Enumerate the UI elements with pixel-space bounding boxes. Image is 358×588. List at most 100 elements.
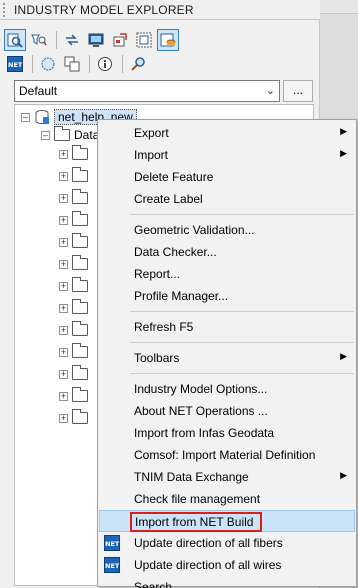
folder-icon xyxy=(72,365,88,380)
model-select-value: Default xyxy=(19,84,58,98)
menu-item-data-checker[interactable]: Data Checker... xyxy=(99,241,355,263)
menu-item-refresh-f5[interactable]: Refresh F5 xyxy=(99,316,355,338)
menu-item-delete-feature[interactable]: Delete Feature xyxy=(99,166,355,188)
tree-folder-node[interactable]: + xyxy=(59,211,88,229)
menu-item-label: Create Label xyxy=(134,192,203,206)
toolbar-separator xyxy=(32,55,33,73)
menu-item-tnim-data-exchange[interactable]: TNIM Data Exchange ▶ xyxy=(99,466,355,488)
tree-folder-node[interactable]: + xyxy=(59,145,88,163)
tree-folder-node[interactable]: + xyxy=(59,409,88,427)
redraw-icon[interactable] xyxy=(61,29,83,51)
tree-folder-node[interactable]: + xyxy=(59,233,88,251)
menu-item-profile-manager[interactable]: Profile Manager... xyxy=(99,285,355,307)
menu-item-label: Check file management xyxy=(134,492,261,506)
tree-folder-node[interactable]: + xyxy=(59,343,88,361)
tree-folder-node[interactable]: + xyxy=(59,365,88,383)
menu-item-geometric-validation[interactable]: Geometric Validation... xyxy=(99,219,355,241)
export-icon[interactable] xyxy=(109,29,131,51)
right-pane-header xyxy=(320,0,358,14)
tree-folder-node[interactable]: + xyxy=(59,277,88,295)
expand-icon[interactable]: + xyxy=(59,303,68,313)
database-icon[interactable] xyxy=(157,29,179,51)
tree-folder-node[interactable]: + xyxy=(59,189,88,207)
folder-icon xyxy=(72,145,88,160)
menu-item-label: Profile Manager... xyxy=(134,289,229,303)
menu-item-industry-model-options[interactable]: Industry Model Options... xyxy=(99,378,355,400)
monitor-icon[interactable] xyxy=(85,29,107,51)
menu-item-export[interactable]: Export ▶ xyxy=(99,122,355,144)
net-icon[interactable]: NET xyxy=(4,53,26,75)
menu-item-comsof-import-material-definition[interactable]: Comsof: Import Material Definition xyxy=(99,444,355,466)
folder-icon xyxy=(72,277,88,292)
search-icon[interactable] xyxy=(127,53,149,75)
toolbar-row-1 xyxy=(4,28,181,52)
expand-icon[interactable]: + xyxy=(59,237,68,247)
context-menu: Export ▶ Import ▶ Delete Feature Create Label… xyxy=(97,119,357,588)
grip-icon[interactable] xyxy=(3,3,9,17)
menu-item-import-from-net-build[interactable]: Import from NET Build xyxy=(99,510,355,532)
tree-data-node[interactable]: – Data xyxy=(41,126,99,144)
folder-icon xyxy=(72,343,88,358)
menu-item-report[interactable]: Report... xyxy=(99,263,355,285)
expand-icon[interactable]: + xyxy=(59,325,68,335)
polygon-icon[interactable] xyxy=(37,53,59,75)
expand-icon[interactable]: + xyxy=(59,413,68,423)
menu-item-label: Comsof: Import Material Definition xyxy=(134,448,316,462)
submenu-arrow-icon: ▶ xyxy=(340,148,347,158)
folder-icon xyxy=(72,409,88,424)
tree-folder-node[interactable]: + xyxy=(59,299,88,317)
find-icon[interactable] xyxy=(4,29,26,51)
panel-title: INDUSTRY MODEL EXPLORER xyxy=(14,3,194,17)
expand-icon[interactable]: + xyxy=(59,149,68,159)
highlight-box xyxy=(130,512,262,532)
tree-folder-node[interactable]: + xyxy=(59,255,88,273)
menu-item-label: Report... xyxy=(134,267,181,281)
menu-item-create-label[interactable]: Create Label xyxy=(99,188,355,210)
collapse-icon[interactable]: – xyxy=(21,112,30,122)
menu-item-label: Export xyxy=(134,126,169,140)
menu-item-label: Search... xyxy=(134,580,183,588)
toolbar-separator xyxy=(89,55,90,73)
panel-titlebar[interactable]: INDUSTRY MODEL EXPLORER xyxy=(0,0,320,20)
table-icon[interactable] xyxy=(133,29,155,51)
expand-icon[interactable]: + xyxy=(59,281,68,291)
expand-icon[interactable]: + xyxy=(59,171,68,181)
menu-item-search[interactable]: Search... xyxy=(99,576,355,588)
more-button[interactable]: ... xyxy=(283,80,313,102)
toolbar-row-2: NET xyxy=(4,52,151,76)
expand-icon[interactable]: + xyxy=(59,391,68,401)
folder-icon xyxy=(72,387,88,402)
menu-item-label: Data Checker... xyxy=(134,245,217,259)
toolbar-separator xyxy=(56,31,57,49)
menu-item-label: Import xyxy=(134,148,169,162)
menu-item-check-file-management[interactable]: Check file management xyxy=(99,488,355,510)
menu-item-about-net-operations[interactable]: About NET Operations ... xyxy=(99,400,355,422)
menu-item-update-direction-of-all-fibers[interactable]: NET Update direction of all fibers xyxy=(99,532,355,554)
copy-icon[interactable] xyxy=(61,53,83,75)
folder-icon xyxy=(72,255,88,270)
menu-item-label: Refresh F5 xyxy=(134,320,194,334)
expand-icon[interactable]: + xyxy=(59,259,68,269)
net-icon: NET xyxy=(104,535,120,551)
tree-folder-node[interactable]: + xyxy=(59,167,88,185)
expand-icon[interactable]: + xyxy=(59,347,68,357)
tree-data-label: Data xyxy=(74,128,100,142)
model-select[interactable]: Default ⌄ xyxy=(14,80,280,102)
tree-folder-node[interactable]: + xyxy=(59,387,88,405)
menu-item-update-direction-of-all-wires[interactable]: NET Update direction of all wires xyxy=(99,554,355,576)
expand-icon[interactable]: + xyxy=(59,193,68,203)
info-icon[interactable] xyxy=(94,53,116,75)
menu-item-import[interactable]: Import ▶ xyxy=(99,144,355,166)
menu-item-toolbars[interactable]: Toolbars ▶ xyxy=(99,347,355,369)
menu-separator xyxy=(130,373,354,374)
expand-icon[interactable]: + xyxy=(59,215,68,225)
filter-icon[interactable] xyxy=(28,29,50,51)
net-icon: NET xyxy=(104,557,120,573)
tree-folder-node[interactable]: + xyxy=(59,321,88,339)
menu-item-import-from-infas-geodata[interactable]: Import from Infas Geodata xyxy=(99,422,355,444)
menu-separator xyxy=(130,311,354,312)
menu-separator xyxy=(130,342,354,343)
expand-icon[interactable]: + xyxy=(59,369,68,379)
collapse-icon[interactable]: – xyxy=(41,130,50,140)
folder-icon xyxy=(72,167,88,182)
